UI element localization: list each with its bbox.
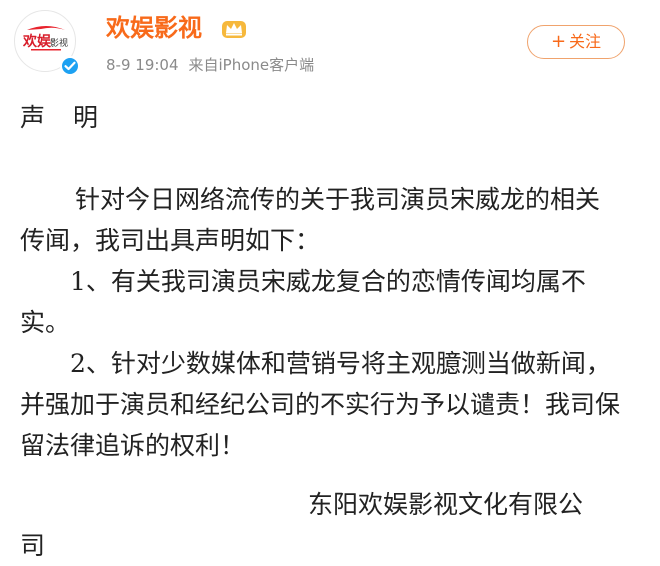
statement-text: 针对今日网络流传的关于我司演员宋威龙的相关传闻，我司出具声明如下： 1、有关我司… xyxy=(20,179,624,466)
svg-text:影视: 影视 xyxy=(50,37,68,49)
post-source[interactable]: 来自iPhone客户端 xyxy=(189,56,315,74)
statement-point-1: 1、有关我司演员宋威龙复合的恋情传闻均属不实。 xyxy=(20,267,586,337)
post-body: 声明 针对今日网络流传的关于我司演员宋威龙的相关传闻，我司出具声明如下： 1、有… xyxy=(0,86,660,562)
statement-signature-wrap: 司 xyxy=(20,531,46,560)
post-date: 8-9 xyxy=(106,56,131,74)
svg-text:欢娱: 欢娱 xyxy=(23,33,52,50)
post-header: 欢娱 影视 欢娱影视 8-9 19:04 来自iPhone客户端 + 关注 xyxy=(0,0,660,86)
statement-signature: 东阳欢娱影视文化有限公 xyxy=(308,490,584,519)
crown-icon xyxy=(222,21,246,38)
statement-title: 声明 xyxy=(20,103,127,132)
plus-icon: + xyxy=(550,31,567,52)
huanyu-logo-icon: 欢娱 影视 xyxy=(23,26,68,51)
account-name[interactable]: 欢娱影视 xyxy=(106,14,202,42)
statement-intro: 针对今日网络流传的关于我司演员宋威龙的相关传闻，我司出具声明如下： xyxy=(20,185,601,255)
verified-badge-icon xyxy=(60,56,80,76)
follow-button-label: 关注 xyxy=(569,32,602,51)
statement-point-2: 2、针对少数媒体和营销号将主观臆测当做新闻，并强加于演员和经纪公司的不实行为予以… xyxy=(20,349,621,460)
post-time: 19:04 xyxy=(135,56,179,74)
post-meta: 8-9 19:04 来自iPhone客户端 xyxy=(106,55,314,75)
follow-button[interactable]: + 关注 xyxy=(527,25,625,59)
